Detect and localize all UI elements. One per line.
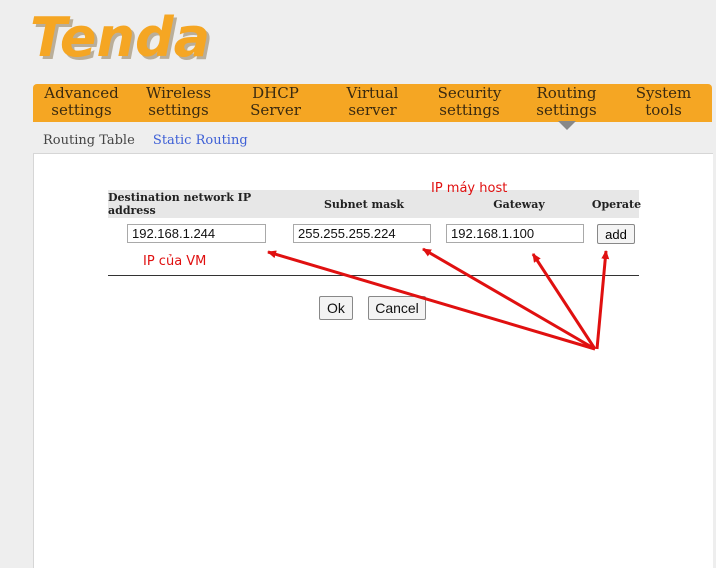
header-destination: Destination network IP address bbox=[108, 191, 252, 217]
table-header-row: Destination network IP address Subnet ma… bbox=[108, 190, 642, 218]
nav-label: Virtual bbox=[346, 84, 399, 102]
nav-label: Security bbox=[437, 84, 502, 102]
sub-nav: Routing Table Static Routing bbox=[43, 133, 262, 148]
nav-label: settings bbox=[148, 101, 209, 119]
subnet-mask-input[interactable] bbox=[293, 224, 431, 243]
cancel-button[interactable]: Cancel bbox=[368, 296, 426, 320]
nav-label: Advanced bbox=[44, 84, 119, 102]
content-panel: Destination network IP address Subnet ma… bbox=[33, 153, 713, 568]
nav-label: settings bbox=[536, 101, 597, 119]
nav-system-tools[interactable]: System tools bbox=[615, 84, 712, 122]
nav-advanced-settings[interactable]: Advanced settings bbox=[33, 84, 130, 122]
nav-label: settings bbox=[439, 101, 500, 119]
nav-label: System bbox=[635, 84, 692, 102]
add-button[interactable]: add bbox=[597, 224, 635, 244]
gateway-input[interactable] bbox=[446, 224, 584, 243]
ok-button[interactable]: Ok bbox=[319, 296, 353, 320]
annotation-ip-vm: IP của VM bbox=[143, 254, 207, 269]
main-nav: Advanced settings Wireless settings DHCP Se… bbox=[33, 84, 712, 130]
nav-dhcp-server[interactable]: DHCP Server bbox=[227, 84, 324, 122]
svg-text:Tenda: Tenda bbox=[30, 10, 210, 69]
destination-ip-input[interactable] bbox=[127, 224, 266, 243]
table-input-row: add bbox=[108, 218, 639, 250]
nav-routing-settings[interactable]: Routing settings bbox=[518, 84, 615, 130]
nav-label: Routing bbox=[536, 84, 597, 102]
nav-label: Server bbox=[250, 101, 301, 119]
tenda-logo: Tenda Tenda bbox=[30, 10, 213, 70]
annotation-ip-host: IP máy host bbox=[431, 181, 508, 196]
table-divider bbox=[108, 275, 639, 276]
nav-wireless-settings[interactable]: Wireless settings bbox=[130, 84, 227, 122]
header-operate: Operate bbox=[591, 197, 642, 211]
subtab-routing-table[interactable]: Routing Table bbox=[43, 133, 135, 148]
nav-virtual-server[interactable]: Virtual server bbox=[324, 84, 421, 122]
nav-label: server bbox=[348, 101, 397, 119]
static-route-table: Destination network IP address Subnet ma… bbox=[108, 190, 642, 250]
nav-label: settings bbox=[51, 101, 112, 119]
nav-label: tools bbox=[645, 101, 682, 119]
header-subnet-mask: Subnet mask bbox=[323, 197, 405, 211]
nav-label: Wireless bbox=[145, 84, 212, 102]
nav-label: DHCP bbox=[252, 84, 299, 102]
subtab-static-routing[interactable]: Static Routing bbox=[153, 133, 248, 148]
nav-security-settings[interactable]: Security settings bbox=[421, 84, 518, 122]
